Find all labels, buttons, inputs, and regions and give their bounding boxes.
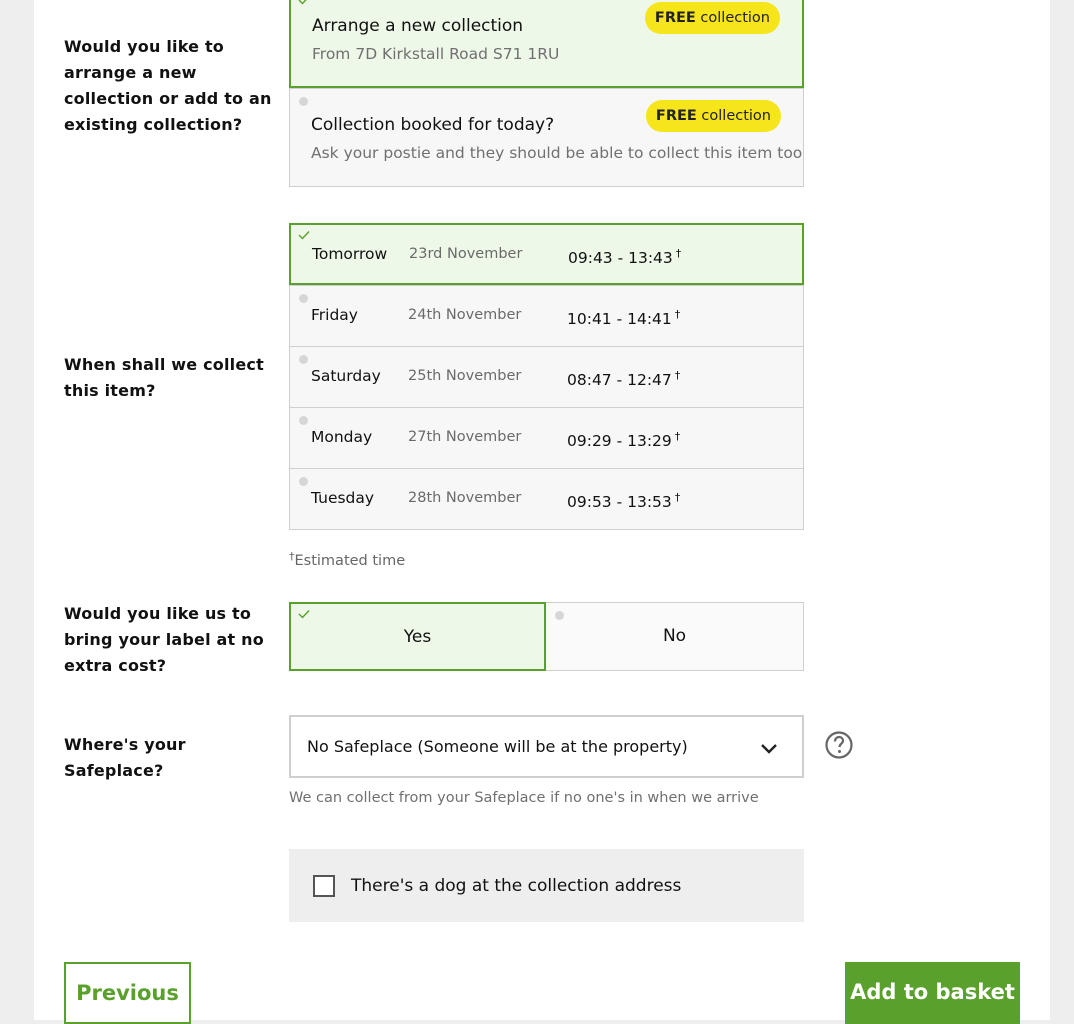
slot-date: 25th November xyxy=(408,368,522,384)
check-icon xyxy=(298,610,310,619)
yes-label: Yes xyxy=(403,627,432,647)
safeplace-select[interactable]: No Safeplace (Someone will be at the pro… xyxy=(289,715,804,778)
option-title: Collection booked for today? xyxy=(311,115,555,135)
radio-dot-icon xyxy=(299,416,308,425)
slot-time: 09:53 - 13:53 † xyxy=(567,491,680,511)
yes-button[interactable]: Yes xyxy=(289,602,546,671)
free-collection-badge: FREE collection xyxy=(645,100,781,132)
slot-row[interactable]: Tomorrow 23rd November 09:43 - 13:43 † xyxy=(289,223,804,285)
radio-dot-icon xyxy=(555,611,564,620)
badge-text: collection xyxy=(700,10,770,26)
slot-time: 09:43 - 13:43 † xyxy=(568,247,681,267)
slot-date: 24th November xyxy=(408,307,522,323)
slot-day: Monday xyxy=(311,428,373,446)
slot-day: Tomorrow xyxy=(312,245,388,263)
slot-time: 09:29 - 13:29 † xyxy=(567,430,680,450)
collection-date-question: When shall we collect this item? xyxy=(64,355,264,400)
footnote-text: Estimated time xyxy=(294,553,406,569)
slot-day: Saturday xyxy=(311,367,381,385)
slot-date: 27th November xyxy=(408,429,522,445)
badge-strong: FREE xyxy=(654,10,696,26)
option-new-collection[interactable]: Arrange a new collection From 7D Kirksta… xyxy=(289,0,804,88)
slot-day: Tuesday xyxy=(311,489,375,507)
slot-time: 10:41 - 14:41 † xyxy=(567,308,680,328)
dog-checkbox-label: There's a dog at the collection address xyxy=(351,876,682,896)
radio-dot-icon xyxy=(299,355,308,364)
dagger-mark: † xyxy=(674,491,681,504)
slot-row[interactable]: Monday 27th November 09:29 - 13:29 † xyxy=(289,407,804,469)
safeplace-hint: We can collect from your Safeplace if no… xyxy=(289,790,759,806)
add-to-basket-button[interactable]: Add to basket xyxy=(845,962,1020,1024)
option-description: Ask your postie and they should be able … xyxy=(311,144,803,162)
slot-time-range: 10:41 - 14:41 xyxy=(567,310,672,328)
dagger-mark: † xyxy=(675,247,682,260)
dagger-mark: † xyxy=(674,369,681,382)
slot-day: Friday xyxy=(311,306,358,324)
badge-text: collection xyxy=(701,108,771,124)
check-icon xyxy=(298,231,310,240)
chevron-down-icon xyxy=(761,744,777,754)
slot-time-range: 08:47 - 12:47 xyxy=(567,371,672,389)
radio-dot-icon xyxy=(299,294,308,303)
estimated-time-note: †Estimated time xyxy=(289,550,405,569)
slot-row[interactable]: Friday 24th November 10:41 - 14:41 † xyxy=(289,285,804,347)
safeplace-selected-value: No Safeplace (Someone will be at the pro… xyxy=(307,737,688,756)
free-collection-badge: FREE collection xyxy=(644,2,780,34)
radio-dot-icon xyxy=(299,477,308,486)
question-circle-icon[interactable] xyxy=(824,730,854,760)
slot-time-range: 09:29 - 13:29 xyxy=(567,432,672,450)
dog-checkbox-row[interactable]: There's a dog at the collection address xyxy=(289,849,804,922)
dagger-mark: † xyxy=(674,308,681,321)
no-label: No xyxy=(662,626,687,646)
check-icon xyxy=(298,0,307,5)
slot-time-range: 09:53 - 13:53 xyxy=(567,493,672,511)
no-button[interactable]: No xyxy=(545,602,804,671)
collection-method-question: Would you like to arrange a new collecti… xyxy=(64,37,272,134)
label-question: Would you like us to bring your label at… xyxy=(64,604,264,675)
option-booked-today[interactable]: Collection booked for today? Ask your po… xyxy=(289,88,804,187)
radio-dot-icon xyxy=(299,97,308,106)
slot-time: 08:47 - 12:47 † xyxy=(567,369,680,389)
badge-strong: FREE xyxy=(655,108,697,124)
option-title: Arrange a new collection xyxy=(312,16,524,36)
option-address: From 7D Kirkstall Road S71 1RU xyxy=(312,45,560,63)
dog-checkbox[interactable] xyxy=(313,875,335,897)
previous-button[interactable]: Previous xyxy=(64,962,191,1024)
safeplace-question: Where's your Safeplace? xyxy=(64,735,186,780)
slot-row[interactable]: Tuesday 28th November 09:53 - 13:53 † xyxy=(289,468,804,530)
slot-date: 28th November xyxy=(408,490,522,506)
slot-time-range: 09:43 - 13:43 xyxy=(568,249,673,267)
slot-date: 23rd November xyxy=(409,246,523,262)
slot-row[interactable]: Saturday 25th November 08:47 - 12:47 † xyxy=(289,346,804,408)
dagger-mark: † xyxy=(674,430,681,443)
